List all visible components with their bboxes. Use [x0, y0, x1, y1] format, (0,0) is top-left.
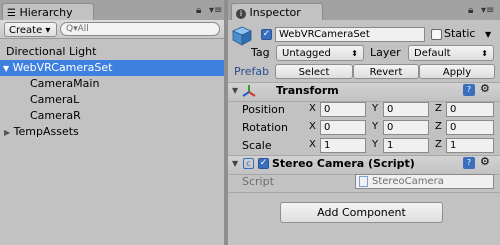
- help-book-icon[interactable]: ?: [463, 84, 475, 96]
- prefab-revert-button[interactable]: Revert: [353, 64, 419, 79]
- prefab-label: Prefab: [234, 65, 270, 78]
- hierarchy-item-label: WebVRCameraSet: [12, 61, 113, 74]
- hierarchy-item-cameral[interactable]: CameraL: [0, 92, 224, 108]
- script-label: Script: [242, 175, 274, 188]
- scale-y-field[interactable]: 1: [383, 138, 429, 153]
- object-name-field[interactable]: WebVRCameraSet: [275, 27, 425, 42]
- position-x-field[interactable]: 0: [320, 102, 366, 117]
- rotation-z-field[interactable]: 0: [446, 120, 494, 135]
- inspector-lock-icon[interactable]: 🔒︎: [468, 5, 473, 16]
- hierarchy-item-tempassets[interactable]: ▶ TempAssets: [0, 124, 224, 140]
- scale-z-field[interactable]: 1: [446, 138, 494, 153]
- inspector-menu-icon[interactable]: ▾≡: [481, 5, 494, 16]
- scale-label: Scale: [242, 139, 272, 152]
- axis-x-label: X: [309, 139, 316, 150]
- axis-z-label: Z: [435, 121, 442, 132]
- static-checkbox[interactable]: [431, 29, 442, 40]
- gear-icon[interactable]: ⚙: [480, 155, 490, 168]
- axis-z-label: Z: [435, 103, 442, 114]
- static-label: Static: [444, 27, 476, 40]
- hierarchy-tab-label: Hierarchy: [19, 6, 73, 19]
- position-z-field[interactable]: 0: [446, 102, 494, 117]
- script-value: StereoCamera: [372, 176, 444, 187]
- prefab-select-button[interactable]: Select: [275, 64, 353, 79]
- info-icon: i: [236, 9, 246, 19]
- script-enabled-checkbox[interactable]: ✓: [258, 158, 269, 169]
- hierarchy-item-camerar[interactable]: CameraR: [0, 108, 224, 124]
- hierarchy-tab[interactable]: ☰ Hierarchy: [2, 3, 94, 21]
- axis-x-label: X: [309, 121, 316, 132]
- layer-label: Layer: [370, 46, 401, 59]
- hierarchy-item-directional-light[interactable]: Directional Light: [0, 44, 224, 60]
- layer-value: Default: [414, 48, 451, 59]
- axis-y-label: Y: [372, 121, 379, 132]
- static-dropdown-icon[interactable]: ▼: [485, 30, 491, 39]
- script-asset-icon: [359, 176, 368, 187]
- rotation-x-field[interactable]: 0: [320, 120, 366, 135]
- hierarchy-item-label: CameraL: [30, 93, 80, 106]
- tag-dropdown[interactable]: Untagged ⬍: [276, 45, 364, 61]
- stereo-camera-title: Stereo Camera (Script): [272, 157, 415, 170]
- script-foldout-icon[interactable]: ▼: [232, 159, 238, 168]
- dropdown-arrow-icon: ⬍: [351, 49, 358, 58]
- expand-down-icon[interactable]: ▼: [0, 64, 9, 73]
- hierarchy-item-label: Directional Light: [6, 45, 97, 58]
- tag-label: Tag: [251, 46, 270, 59]
- hierarchy-item-label: TempAssets: [13, 125, 79, 138]
- hierarchy-item-cameramain[interactable]: CameraMain: [0, 76, 224, 92]
- axis-z-label: Z: [435, 139, 442, 150]
- inspector-tab[interactable]: i Inspector: [231, 3, 323, 21]
- add-component-button[interactable]: Add Component: [280, 202, 443, 223]
- hierarchy-item-label: CameraMain: [30, 77, 100, 90]
- position-label: Position: [242, 103, 285, 116]
- transform-foldout-icon[interactable]: ▼: [232, 86, 238, 95]
- transform-header[interactable]: [228, 82, 500, 102]
- dropdown-arrow-icon: ⬍: [481, 49, 488, 58]
- search-placeholder: Q▾All: [66, 24, 89, 34]
- gear-icon[interactable]: ⚙: [480, 82, 490, 95]
- layer-dropdown[interactable]: Default ⬍: [408, 45, 494, 61]
- expand-right-icon[interactable]: ▶: [0, 128, 10, 137]
- axis-y-label: Y: [372, 103, 379, 114]
- script-object-field[interactable]: StereoCamera: [355, 174, 494, 189]
- hierarchy-item-label: CameraR: [30, 109, 81, 122]
- component-divider: [228, 192, 500, 193]
- prefab-apply-button[interactable]: Apply: [419, 64, 495, 79]
- tag-value: Untagged: [282, 48, 331, 59]
- gameobject-cube-icon: [232, 26, 252, 46]
- rotation-label: Rotation: [242, 121, 289, 134]
- create-button[interactable]: Create ▾: [4, 22, 57, 37]
- hierarchy-search-input[interactable]: Q▾All: [60, 22, 220, 36]
- inspector-tab-label: Inspector: [249, 6, 301, 19]
- help-book-icon[interactable]: ?: [463, 157, 475, 169]
- active-checkbox[interactable]: ✓: [261, 29, 272, 40]
- transform-axes-icon: [242, 84, 256, 98]
- hierarchy-item-webvrcameraset[interactable]: ▼ WebVRCameraSet: [0, 60, 224, 76]
- rotation-y-field[interactable]: 0: [383, 120, 429, 135]
- hierarchy-menu-icon[interactable]: ▾≡: [209, 5, 222, 16]
- position-y-field[interactable]: 0: [383, 102, 429, 117]
- hierarchy-icon: ☰: [7, 8, 16, 19]
- scale-x-field[interactable]: 1: [320, 138, 366, 153]
- axis-y-label: Y: [372, 139, 379, 150]
- transform-title: Transform: [276, 84, 339, 97]
- hierarchy-lock-icon[interactable]: 🔒︎: [196, 5, 201, 16]
- axis-x-label: X: [309, 103, 316, 114]
- script-file-icon: c: [243, 158, 254, 169]
